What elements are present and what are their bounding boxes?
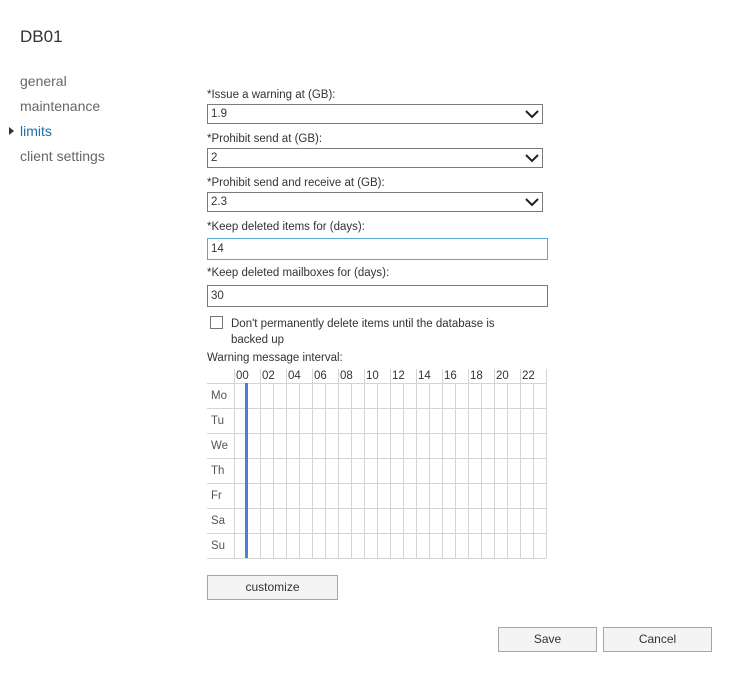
hour-label: 02 xyxy=(262,370,275,382)
issue-warning-label: *Issue a warning at (GB): xyxy=(207,89,336,101)
nav-item-general[interactable]: general xyxy=(20,72,105,97)
hour-label: 06 xyxy=(314,370,327,382)
prohibit-send-receive-select[interactable]: 2.3 xyxy=(207,192,543,212)
prohibit-send-label: *Prohibit send at (GB): xyxy=(207,133,323,145)
day-label: Sa xyxy=(211,515,226,527)
chevron-down-icon xyxy=(525,154,539,163)
keep-deleted-items-input[interactable]: 14 xyxy=(207,238,548,260)
nav-item-maintenance[interactable]: maintenance xyxy=(20,97,105,122)
hour-label: 14 xyxy=(418,370,431,382)
hour-label: 20 xyxy=(496,370,509,382)
day-label: We xyxy=(211,440,228,452)
keep-deleted-mailboxes-input[interactable]: 30 xyxy=(207,285,548,307)
hour-label: 16 xyxy=(444,370,457,382)
keep-deleted-mailboxes-value: 30 xyxy=(211,290,224,302)
warning-interval-label: Warning message interval: xyxy=(207,352,343,364)
keep-deleted-items-value: 14 xyxy=(211,243,224,255)
nav-item-label: maintenance xyxy=(20,98,101,114)
cancel-button[interactable]: Cancel xyxy=(603,627,712,652)
prohibit-send-receive-value: 2.3 xyxy=(211,196,227,208)
day-label: Tu xyxy=(211,415,224,427)
nav-item-label: general xyxy=(20,73,67,89)
hour-label: 04 xyxy=(288,370,301,382)
hour-label: 10 xyxy=(366,370,379,382)
day-label: Mo xyxy=(211,390,227,402)
customize-button[interactable]: customize xyxy=(207,575,338,600)
selected-interval-marker xyxy=(245,383,248,558)
prohibit-send-value: 2 xyxy=(211,152,218,164)
sidebar-nav: general maintenance limits client settin… xyxy=(9,72,105,172)
keep-deleted-mailboxes-label: *Keep deleted mailboxes for (days): xyxy=(207,267,390,279)
hour-label: 12 xyxy=(392,370,405,382)
warning-interval-grid[interactable]: 00 02 04 06 08 10 12 14 16 18 20 22 Mo Tu We Th Fr Sa Su xyxy=(207,366,547,560)
issue-warning-value: 1.9 xyxy=(211,108,227,120)
page-title: DB01 xyxy=(20,27,63,46)
chevron-down-icon xyxy=(525,110,539,119)
nav-item-label: limits xyxy=(20,123,52,139)
nav-item-limits[interactable]: limits xyxy=(9,122,105,147)
caret-right-icon xyxy=(9,127,14,135)
dont-delete-until-backup-checkbox[interactable] xyxy=(210,316,223,329)
dont-delete-until-backup-label: Don't permanently delete items until the… xyxy=(231,318,495,346)
prohibit-send-select[interactable]: 2 xyxy=(207,148,543,168)
save-button[interactable]: Save xyxy=(498,627,597,652)
day-label: Su xyxy=(211,540,225,552)
day-label: Th xyxy=(211,465,224,477)
hour-label: 18 xyxy=(470,370,483,382)
issue-warning-select[interactable]: 1.9 xyxy=(207,104,543,124)
hour-label: 08 xyxy=(340,370,353,382)
chevron-down-icon xyxy=(525,198,539,207)
keep-deleted-items-label: *Keep deleted items for (days): xyxy=(207,221,365,233)
nav-item-label: client settings xyxy=(20,148,105,164)
day-label: Fr xyxy=(211,490,222,502)
hour-label: 00 xyxy=(236,370,249,382)
prohibit-send-receive-label: *Prohibit send and receive at (GB): xyxy=(207,177,385,189)
hour-label: 22 xyxy=(522,370,535,382)
nav-item-client-settings[interactable]: client settings xyxy=(20,147,105,172)
